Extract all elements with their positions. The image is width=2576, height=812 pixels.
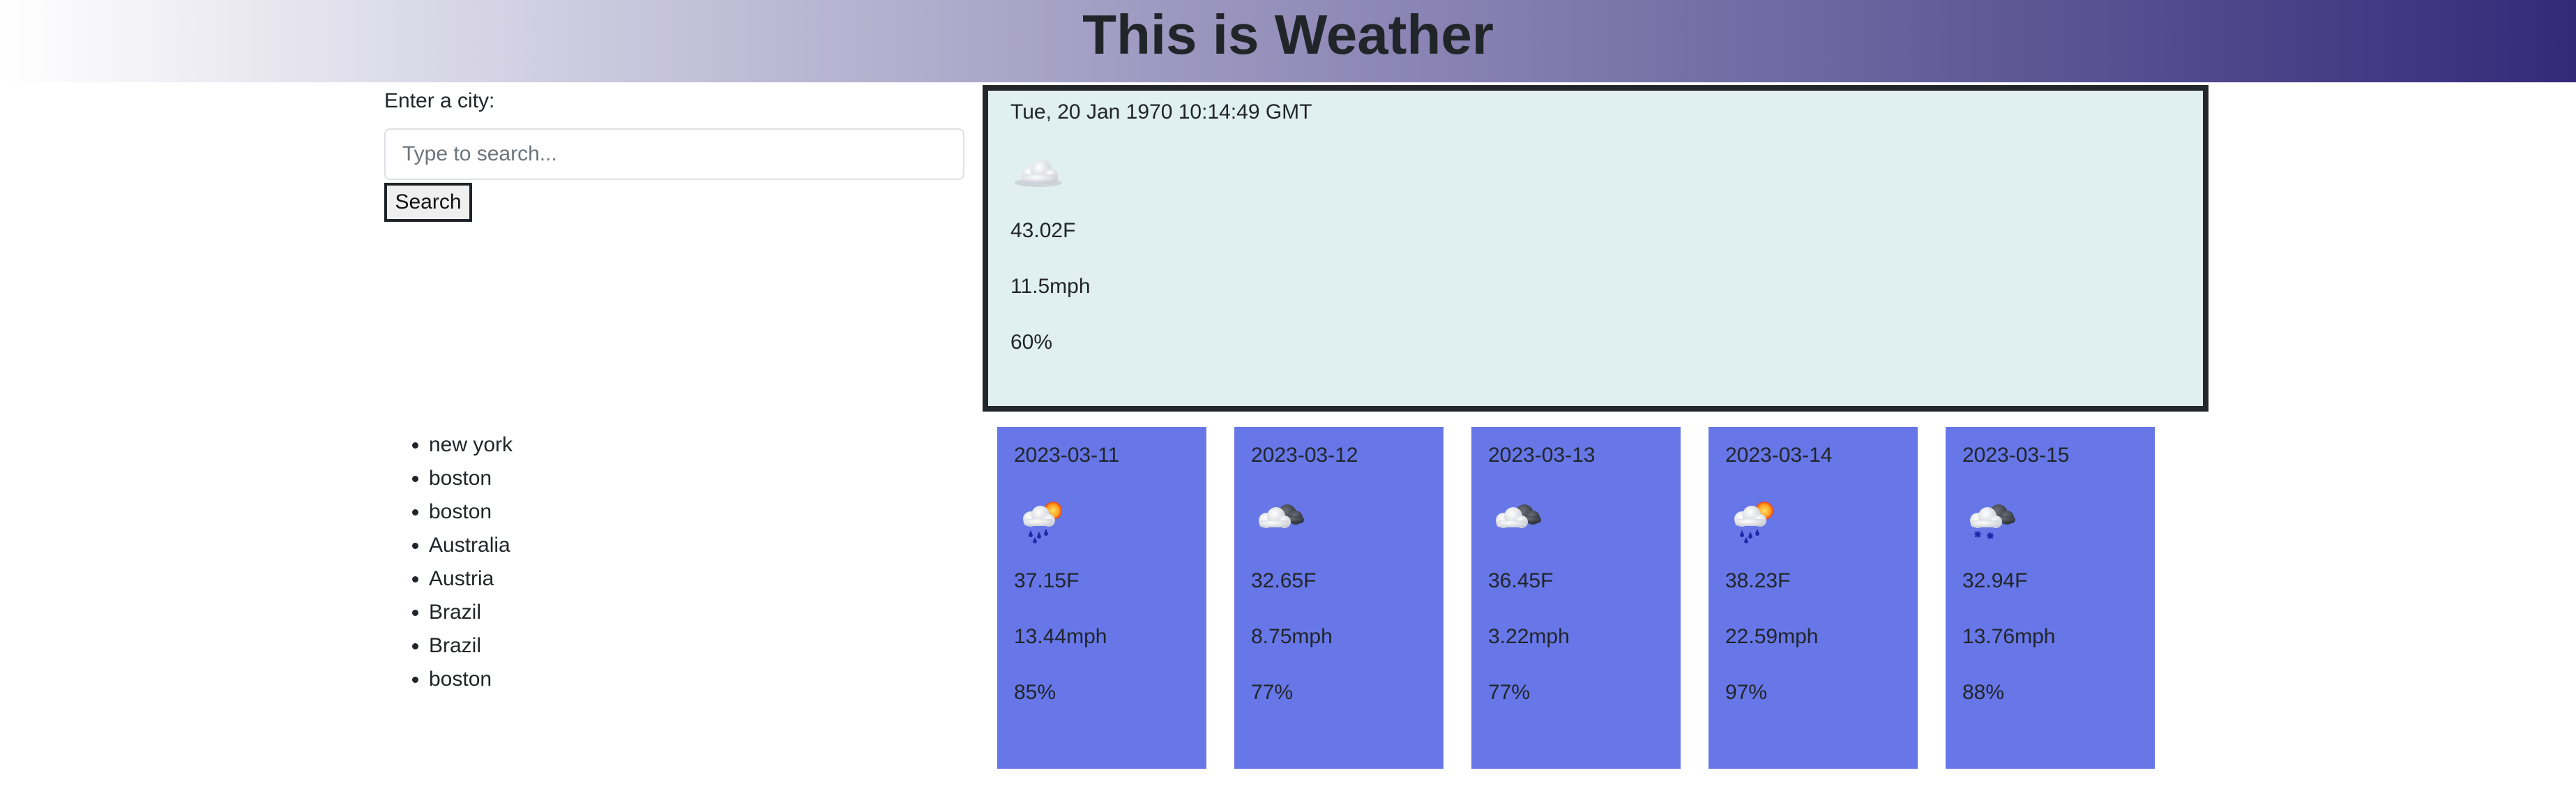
city-label: Enter a city: bbox=[384, 89, 495, 112]
current-temperature: 43.02F bbox=[1010, 219, 1076, 242]
forecast-humidity: 77% bbox=[1488, 681, 1531, 704]
forecast-humidity: 85% bbox=[1014, 681, 1056, 704]
history-item[interactable]: Austria bbox=[429, 562, 513, 596]
search-history-list: new york boston boston Australia Austria… bbox=[384, 428, 513, 696]
forecast-card: 2023-03-11 37.15F 13.44mph 85% bbox=[997, 427, 1206, 769]
forecast-humidity: 77% bbox=[1251, 681, 1294, 704]
forecast-card: 2023-03-15 32.94F 13.76mph 88% bbox=[1946, 427, 2155, 769]
history-item[interactable]: Brazil bbox=[429, 629, 513, 663]
history-item[interactable]: boston bbox=[429, 495, 513, 529]
page-title: This is Weather bbox=[1082, 3, 1494, 66]
history-item[interactable]: new york bbox=[429, 428, 513, 462]
forecast-date: 2023-03-15 bbox=[1962, 444, 2070, 467]
search-input[interactable] bbox=[384, 128, 964, 180]
rain-sun-icon bbox=[1725, 495, 1784, 544]
forecast-wind: 22.59mph bbox=[1725, 625, 1819, 648]
cloudy-icon bbox=[1251, 495, 1310, 544]
history-item[interactable]: boston bbox=[429, 663, 513, 696]
cloud-icon bbox=[1010, 152, 1066, 194]
current-wind: 11.5mph bbox=[1010, 275, 1091, 298]
cloudy-icon bbox=[1488, 495, 1547, 544]
forecast-temperature: 37.15F bbox=[1014, 569, 1079, 592]
rain-sun-icon bbox=[1014, 495, 1073, 544]
forecast-wind: 13.44mph bbox=[1014, 625, 1107, 648]
forecast-temperature: 32.65F bbox=[1251, 569, 1317, 592]
forecast-date: 2023-03-14 bbox=[1725, 444, 1833, 467]
forecast-humidity: 88% bbox=[1962, 681, 2005, 704]
history-item[interactable]: Australia bbox=[429, 529, 513, 562]
snow-cloud-icon bbox=[1962, 495, 2021, 544]
forecast-humidity: 97% bbox=[1725, 681, 1768, 704]
forecast-wind: 3.22mph bbox=[1488, 625, 1570, 648]
forecast-date: 2023-03-11 bbox=[1014, 444, 1120, 467]
forecast-wind: 8.75mph bbox=[1251, 625, 1333, 648]
forecast-card: 2023-03-14 38.23F 22.59mph 97% bbox=[1709, 427, 1918, 769]
forecast-date: 2023-03-12 bbox=[1251, 444, 1358, 467]
search-button[interactable]: Search bbox=[384, 183, 472, 222]
history-item[interactable]: Brazil bbox=[429, 596, 513, 629]
history-item[interactable]: boston bbox=[429, 462, 513, 495]
page-header: This is Weather bbox=[0, 0, 2576, 82]
forecast-wind: 13.76mph bbox=[1962, 625, 2056, 648]
forecast-temperature: 36.45F bbox=[1488, 569, 1554, 592]
current-datetime: Tue, 20 Jan 1970 10:14:49 GMT bbox=[1010, 100, 1312, 123]
forecast-card: 2023-03-13 36.45F 3.22mph 77% bbox=[1471, 427, 1681, 769]
current-humidity: 60% bbox=[1010, 331, 1053, 354]
forecast-date: 2023-03-13 bbox=[1488, 444, 1596, 467]
forecast-temperature: 32.94F bbox=[1962, 569, 2028, 592]
forecast-temperature: 38.23F bbox=[1725, 569, 1791, 592]
forecast-card: 2023-03-12 32.65F 8.75mph 77% bbox=[1234, 427, 1444, 769]
current-weather-panel: Tue, 20 Jan 1970 10:14:49 GMT 43.02F 11.… bbox=[983, 85, 2208, 412]
